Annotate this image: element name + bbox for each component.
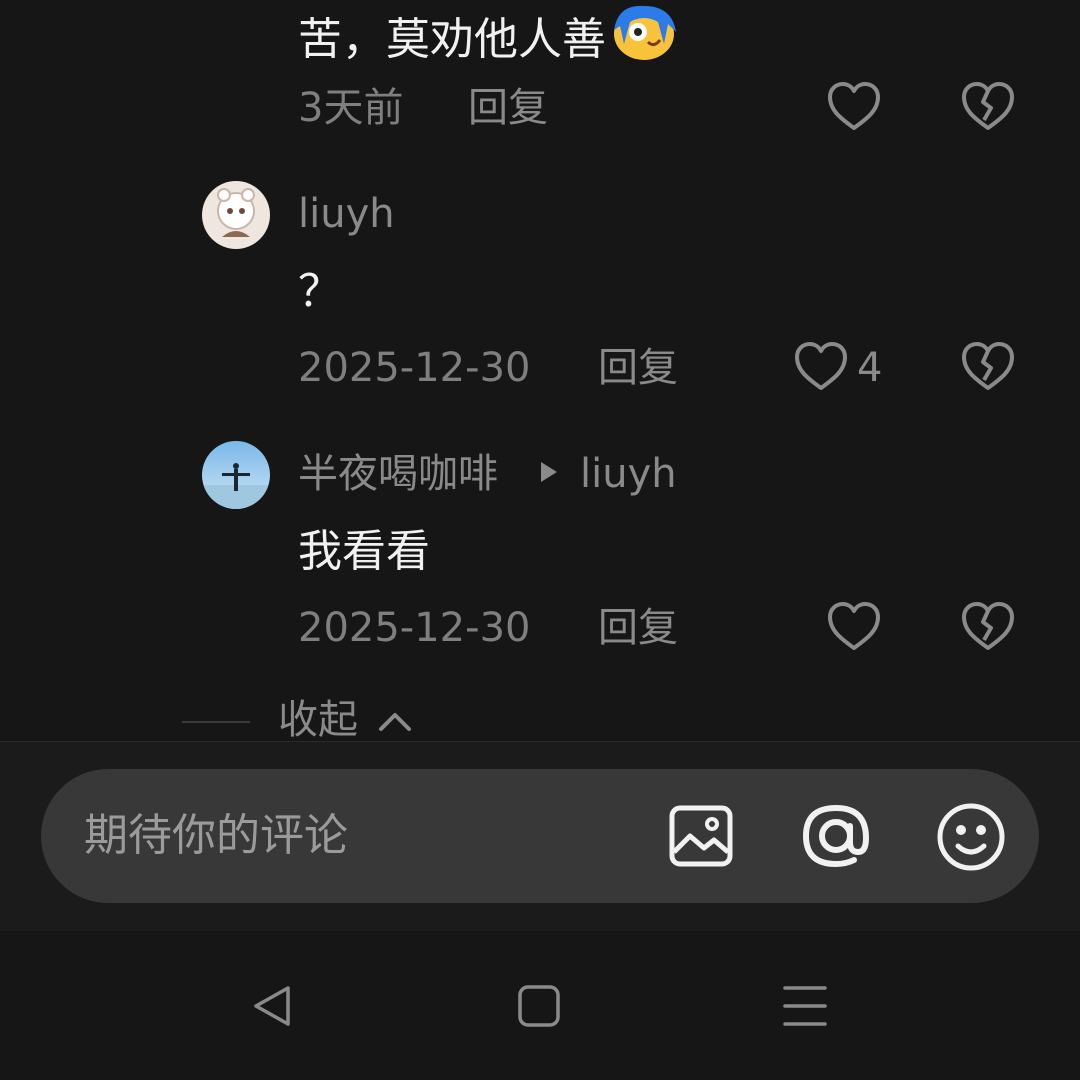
comment-time: 2025-12-30 bbox=[298, 345, 531, 391]
menu-lines-icon[interactable] bbox=[782, 984, 828, 1028]
comment-username[interactable]: 半夜喝咖啡 bbox=[298, 454, 498, 494]
comment-input-placeholder: 期待你的评论 bbox=[84, 810, 348, 861]
like-heart-icon[interactable] bbox=[826, 600, 882, 652]
back-triangle-icon[interactable] bbox=[250, 984, 292, 1028]
reply-target-username[interactable]: liuyh bbox=[580, 454, 677, 494]
comment-username[interactable]: liuyh bbox=[298, 194, 395, 234]
dislike-broken-heart-icon[interactable] bbox=[960, 340, 1016, 392]
collapse-replies-button[interactable]: 收起 bbox=[278, 700, 413, 740]
chevron-up-icon bbox=[377, 711, 413, 733]
comment-text: ？ bbox=[298, 266, 342, 317]
reply-button[interactable]: 回复 bbox=[598, 608, 678, 648]
home-square-icon[interactable] bbox=[517, 984, 561, 1028]
emoji-icon[interactable] bbox=[936, 802, 1006, 872]
like-heart-icon[interactable] bbox=[793, 340, 849, 392]
at-mention-icon[interactable] bbox=[802, 802, 870, 870]
reply-button[interactable]: 回复 bbox=[598, 348, 678, 388]
comment-text: 苦，莫劝他人善 bbox=[298, 4, 680, 62]
reply-button[interactable]: 回复 bbox=[468, 88, 548, 128]
smirk-face-emoji-icon bbox=[608, 4, 680, 60]
like-heart-icon[interactable] bbox=[826, 80, 882, 132]
image-icon[interactable] bbox=[668, 804, 734, 868]
comment-time: 3天前 bbox=[298, 85, 404, 131]
dislike-broken-heart-icon[interactable] bbox=[960, 80, 1016, 132]
like-count: 4 bbox=[857, 345, 883, 391]
avatar[interactable] bbox=[202, 181, 270, 249]
avatar[interactable] bbox=[202, 441, 270, 509]
dislike-broken-heart-icon[interactable] bbox=[960, 600, 1016, 652]
collapse-divider bbox=[182, 721, 250, 723]
comment-time: 2025-12-30 bbox=[298, 605, 531, 651]
comment-text: 我看看 bbox=[298, 526, 430, 577]
reply-to-arrow-icon bbox=[538, 460, 560, 484]
